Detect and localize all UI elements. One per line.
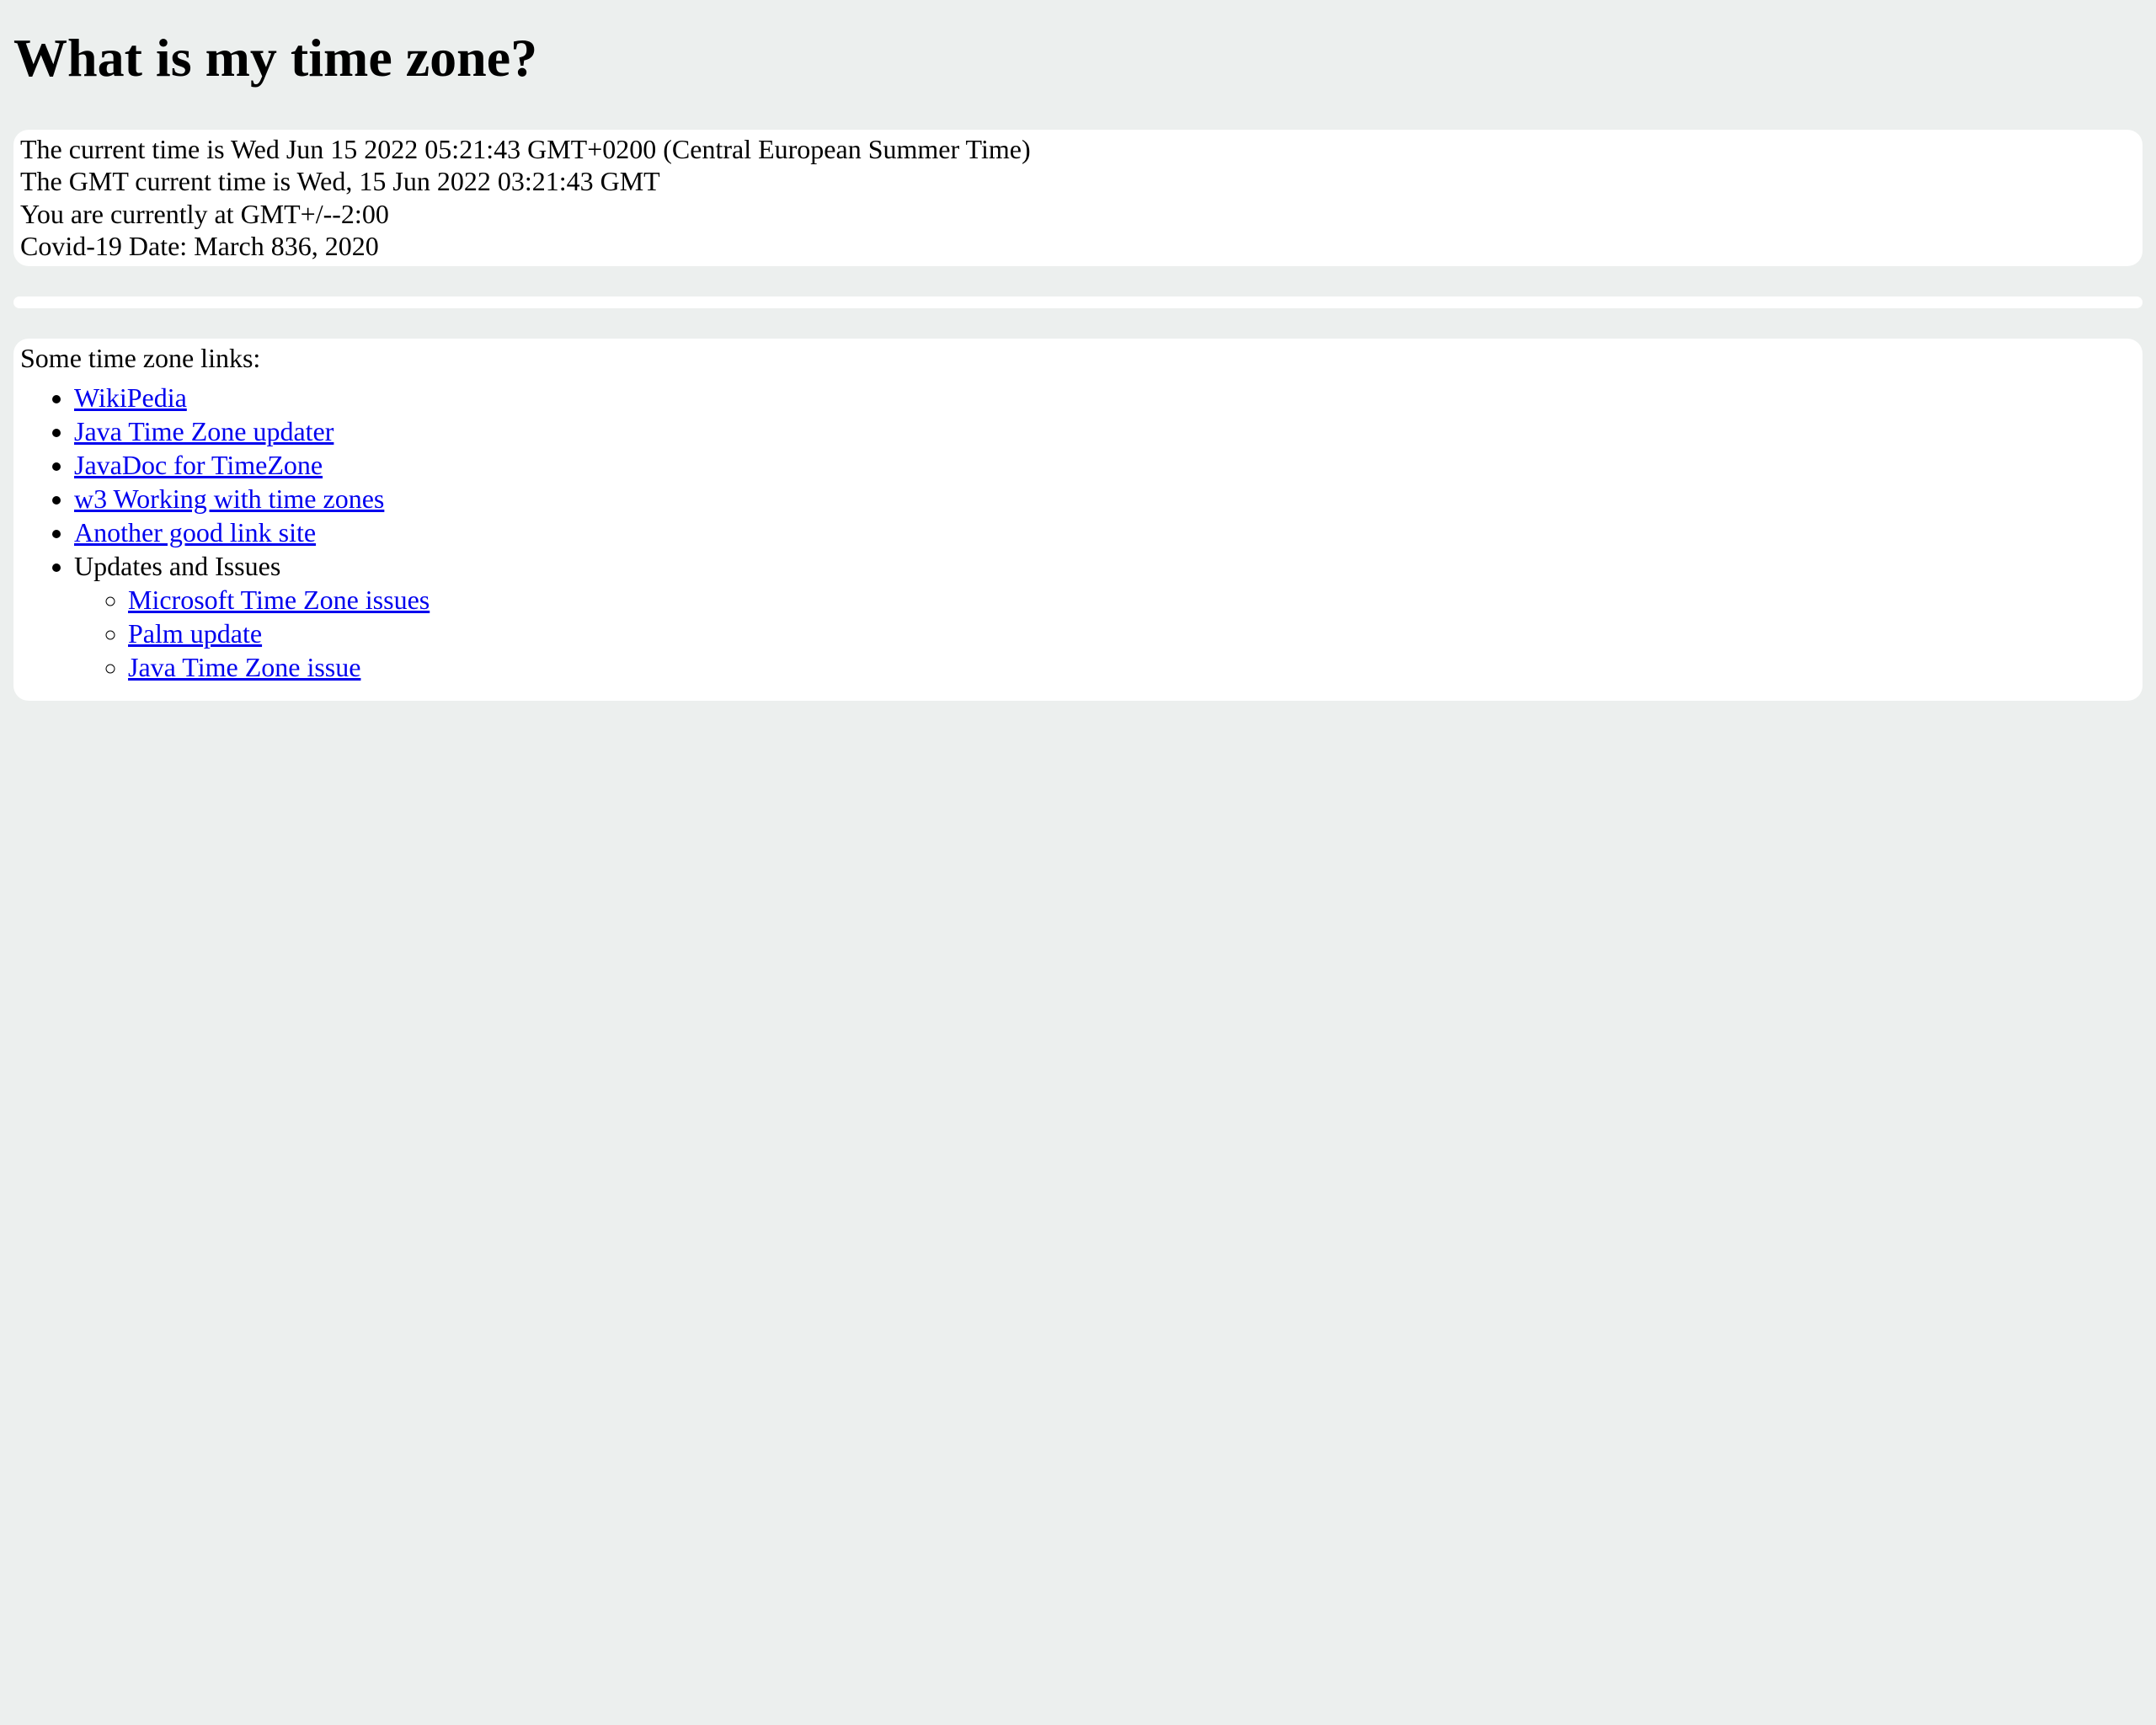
list-item: Palm update: [128, 617, 2136, 650]
link-palm-update[interactable]: Palm update: [128, 618, 262, 649]
time-info-card: The current time is Wed Jun 15 2022 05:2…: [13, 130, 2143, 266]
page-title: What is my time zone?: [13, 27, 2143, 89]
link-java-tz-issue[interactable]: Java Time Zone issue: [128, 652, 360, 682]
link-microsoft-tz-issues[interactable]: Microsoft Time Zone issues: [128, 585, 430, 615]
links-intro-text: Some time zone links:: [20, 342, 2136, 374]
sub-links-list: Microsoft Time Zone issues Palm update J…: [74, 583, 2136, 684]
empty-card: [13, 296, 2143, 308]
list-item: Microsoft Time Zone issues: [128, 583, 2136, 617]
list-item: Another good link site: [74, 515, 2136, 549]
updates-label: Updates and Issues: [74, 551, 280, 581]
list-item: Java Time Zone issue: [128, 650, 2136, 684]
list-item: WikiPedia: [74, 381, 2136, 414]
list-item: Java Time Zone updater: [74, 414, 2136, 448]
link-java-tz-updater[interactable]: Java Time Zone updater: [74, 416, 334, 446]
list-item: JavaDoc for TimeZone: [74, 448, 2136, 482]
gmt-time-text: The GMT current time is Wed, 15 Jun 2022…: [20, 165, 2136, 197]
link-javadoc-timezone[interactable]: JavaDoc for TimeZone: [74, 450, 323, 480]
link-another-site[interactable]: Another good link site: [74, 517, 316, 547]
offset-text: You are currently at GMT+/--2:00: [20, 198, 2136, 230]
link-w3-timezones[interactable]: w3 Working with time zones: [74, 483, 384, 514]
link-wikipedia[interactable]: WikiPedia: [74, 382, 187, 413]
current-time-text: The current time is Wed Jun 15 2022 05:2…: [20, 133, 2136, 165]
links-card: Some time zone links: WikiPedia Java Tim…: [13, 339, 2143, 701]
list-item: w3 Working with time zones: [74, 482, 2136, 515]
list-item-updates: Updates and Issues Microsoft Time Zone i…: [74, 549, 2136, 684]
links-list: WikiPedia Java Time Zone updater JavaDoc…: [20, 381, 2136, 684]
covid-date-text: Covid-19 Date: March 836, 2020: [20, 230, 2136, 262]
